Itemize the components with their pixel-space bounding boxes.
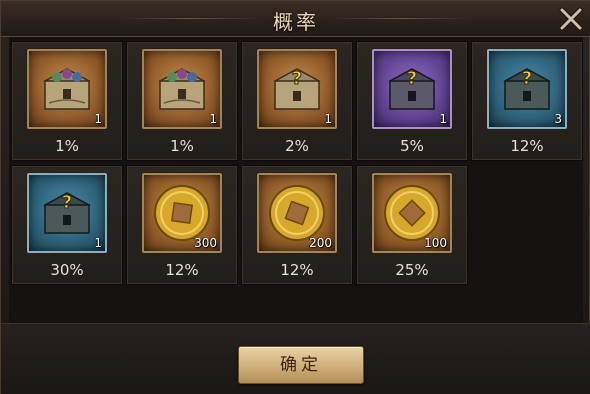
item-thumbnail: ? 1 <box>257 49 337 129</box>
item-quantity: 300 <box>194 236 217 250</box>
item-probability: 2% <box>285 137 309 155</box>
item-thumbnail: ? 1 <box>27 173 107 253</box>
reward-cell[interactable]: ? 3 12% <box>471 41 583 161</box>
item-probability: 12% <box>165 261 199 279</box>
item-quantity: 1 <box>209 112 217 126</box>
svg-text:?: ? <box>292 68 302 89</box>
reward-grid: 1 1% 1 1% ? 1 2% ? 1 5% ? 3 12% ? 1 30% … <box>9 37 583 323</box>
reward-cell[interactable]: ? 1 30% <box>11 165 123 285</box>
item-probability: 5% <box>400 137 424 155</box>
item-quantity: 3 <box>554 112 562 126</box>
item-thumbnail: ? 3 <box>487 49 567 129</box>
reward-cell[interactable]: ? 1 5% <box>356 41 468 161</box>
item-probability: 1% <box>55 137 79 155</box>
item-thumbnail: 200 <box>257 173 337 253</box>
item-thumbnail: 1 <box>27 49 107 129</box>
probability-dialog: 概率 1 1% 1 1% ? 1 2% ? 1 5% ? 3 12% ? 1 3… <box>0 0 590 394</box>
reward-cell[interactable]: 1 1% <box>126 41 238 161</box>
reward-cell[interactable]: 200 12% <box>241 165 353 285</box>
item-quantity: 1 <box>439 112 447 126</box>
item-quantity: 1 <box>94 112 102 126</box>
svg-text:?: ? <box>407 68 417 89</box>
svg-text:?: ? <box>522 68 532 89</box>
item-probability: 12% <box>280 261 314 279</box>
confirm-button[interactable]: 确定 <box>238 346 364 384</box>
item-quantity: 100 <box>424 236 447 250</box>
svg-text:?: ? <box>62 192 72 213</box>
item-thumbnail: 100 <box>372 173 452 253</box>
reward-cell[interactable]: 300 12% <box>126 165 238 285</box>
item-probability: 25% <box>395 261 429 279</box>
reward-cell[interactable]: ? 1 2% <box>241 41 353 161</box>
close-button[interactable] <box>557 5 585 33</box>
item-quantity: 1 <box>94 236 102 250</box>
item-probability: 30% <box>50 261 84 279</box>
close-x-icon <box>559 7 583 31</box>
item-thumbnail: ? 1 <box>372 49 452 129</box>
item-quantity: 200 <box>309 236 332 250</box>
item-thumbnail: 1 <box>142 49 222 129</box>
dialog-title: 概率 <box>273 10 319 34</box>
item-quantity: 1 <box>324 112 332 126</box>
reward-cell[interactable]: 100 25% <box>356 165 468 285</box>
reward-cell[interactable]: 1 1% <box>11 41 123 161</box>
item-thumbnail: 300 <box>142 173 222 253</box>
item-probability: 12% <box>510 137 544 155</box>
item-probability: 1% <box>170 137 194 155</box>
dialog-footer: 确定 <box>1 323 590 394</box>
dialog-titlebar: 概率 <box>1 1 590 37</box>
